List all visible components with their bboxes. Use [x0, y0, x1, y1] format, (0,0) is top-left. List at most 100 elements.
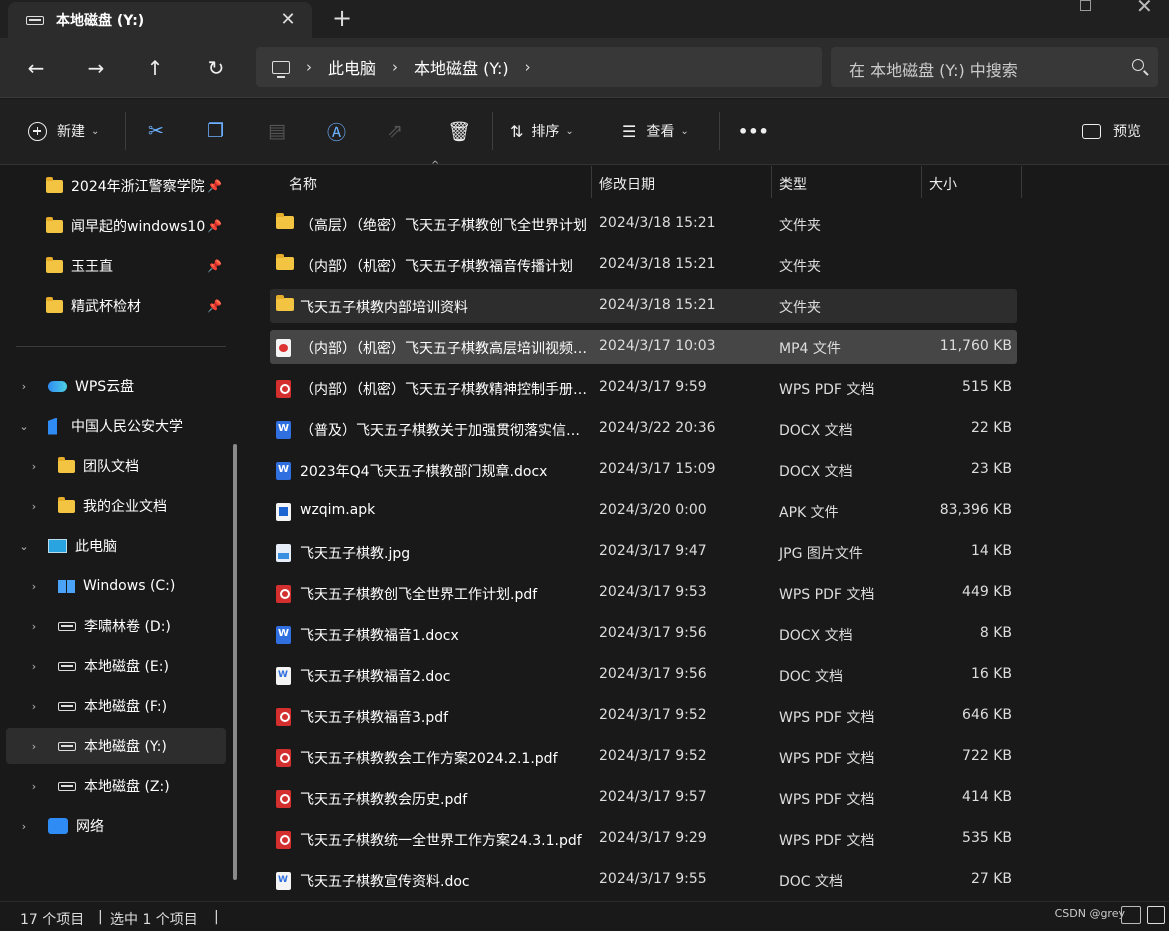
- sidebar-item[interactable]: ⌄ 中国人民公安大学: [6, 408, 226, 444]
- chevron-down-icon[interactable]: ⌄: [14, 540, 34, 553]
- chevron-right-icon[interactable]: ›: [392, 58, 398, 76]
- close-tab-icon[interactable]: ✕: [278, 9, 298, 30]
- sidebar-item[interactable]: › 本地磁盘 (E:): [6, 648, 226, 684]
- more-options-button[interactable]: •••: [738, 119, 769, 143]
- sidebar-item[interactable]: › 李啸林卷 (D:): [6, 608, 226, 644]
- chevron-right-icon[interactable]: ›: [24, 740, 44, 753]
- divider: [492, 112, 493, 150]
- column-divider[interactable]: [771, 166, 772, 198]
- search-box[interactable]: 在 本地磁盘 (Y:) 中搜索: [831, 47, 1158, 87]
- pin-icon[interactable]: 📌: [207, 219, 222, 233]
- column-header-type[interactable]: 类型: [779, 174, 807, 194]
- folder-row[interactable]: （高层）（绝密）飞天五子棋教创飞全世界计划 2024/3/18 15:21 文件夹: [270, 207, 1017, 241]
- paste-button[interactable]: ▤: [268, 119, 286, 143]
- quick-access-item[interactable]: 玉王直 📌: [6, 248, 226, 284]
- folder-row[interactable]: 飞天五子棋教内部培训资料 2024/3/18 15:21 文件夹: [270, 289, 1017, 323]
- preview-pane-button[interactable]: 预览: [1082, 119, 1141, 143]
- chevron-down-icon[interactable]: ⌄: [14, 420, 34, 433]
- quick-access-item[interactable]: 精武杯检材 📌: [6, 288, 226, 324]
- folder-row[interactable]: （内部）（机密）飞天五子棋教福音传播计划 2024/3/18 15:21 文件夹: [270, 248, 1017, 282]
- tab-active[interactable]: 本地磁盘 (Y:) ✕: [8, 2, 312, 38]
- view-list-icon: ☰: [622, 121, 637, 141]
- file-row[interactable]: 飞天五子棋教宣传资料.doc 2024/3/17 9:55 DOC 文档 27 KB: [270, 863, 1017, 897]
- sidebar-item[interactable]: › 本地磁盘 (Y:): [6, 728, 226, 764]
- file-type: DOC 文档: [779, 669, 844, 685]
- sidebar-item[interactable]: › 网络: [6, 808, 226, 844]
- sidebar-item[interactable]: › Windows (C:): [6, 568, 226, 604]
- column-header-name[interactable]: 名称: [289, 174, 317, 194]
- tiles-view-icon[interactable]: [1147, 906, 1165, 924]
- file-row[interactable]: 飞天五子棋教福音2.doc 2024/3/17 9:56 DOC 文档 16 KB: [270, 658, 1017, 692]
- quick-access-item[interactable]: 闻早起的windows10 📌: [6, 208, 226, 244]
- sidebar-item[interactable]: › 本地磁盘 (Z:): [6, 768, 226, 804]
- close-window-icon[interactable]: ✕: [1136, 0, 1153, 18]
- file-row[interactable]: （普及）飞天五子棋教关于加强贯彻落实信仰的通知.docx 2024/3/22 20…: [270, 412, 1017, 446]
- column-header-size[interactable]: 大小: [929, 174, 957, 194]
- file-row[interactable]: wzqim.apk 2024/3/20 0:00 APK 文件 83,396 KB: [270, 494, 1017, 528]
- up-button[interactable]: ↑: [141, 54, 169, 82]
- share-icon: ⇗: [387, 120, 403, 142]
- file-type: WPS PDF 文档: [779, 751, 875, 767]
- sidebar-item[interactable]: › 团队文档: [6, 448, 226, 484]
- sort-button[interactable]: ⇅ 排序 ⌄: [510, 119, 574, 143]
- file-row[interactable]: 飞天五子棋教统一全世界工作方案24.3.1.pdf 2024/3/17 9:29 W…: [270, 822, 1017, 856]
- sidebar-item[interactable]: ⌄ 此电脑: [6, 528, 226, 564]
- file-row[interactable]: 飞天五子棋教.jpg 2024/3/17 9:47 JPG 图片文件 14 KB: [270, 535, 1017, 569]
- file-type: 文件夹: [779, 300, 821, 316]
- drive-icon: [58, 741, 76, 751]
- maximize-icon[interactable]: [1080, 0, 1091, 11]
- chevron-right-icon[interactable]: ›: [24, 500, 44, 513]
- refresh-button[interactable]: ↻: [202, 54, 230, 82]
- share-button[interactable]: ⇗: [387, 119, 403, 143]
- column-header-modified[interactable]: 修改日期: [599, 174, 655, 194]
- chevron-right-icon[interactable]: ›: [525, 58, 531, 76]
- view-button[interactable]: ☰ 查看 ⌄: [622, 119, 689, 143]
- sidebar-item[interactable]: › WPS云盘: [6, 368, 226, 404]
- cut-button[interactable]: ✂: [148, 119, 164, 143]
- chevron-right-icon[interactable]: ›: [24, 700, 44, 713]
- chevron-right-icon[interactable]: ›: [14, 820, 34, 833]
- chevron-right-icon[interactable]: ›: [24, 620, 44, 633]
- sidebar-item[interactable]: › 本地磁盘 (F:): [6, 688, 226, 724]
- column-divider[interactable]: [591, 166, 592, 198]
- file-row[interactable]: （内部）（机密）飞天五子棋教精神控制手册.pdf 2024/3/17 9:59 WP…: [270, 371, 1017, 405]
- quick-access-item[interactable]: 2024年浙江警察学院 📌: [6, 168, 226, 204]
- file-row[interactable]: 2023年Q4飞天五子棋教部门规章.docx 2024/3/17 15:09 DOC…: [270, 453, 1017, 487]
- file-name: （内部）（机密）飞天五子棋教精神控制手册.pdf: [300, 382, 590, 398]
- file-row[interactable]: 飞天五子棋教教会历史.pdf 2024/3/17 9:57 WPS PDF 文档 41…: [270, 781, 1017, 815]
- status-bar: 17 个项目 | 选中 1 个项目 |: [0, 901, 1169, 931]
- back-button[interactable]: ←: [22, 54, 50, 82]
- copy-button[interactable]: ❐: [207, 119, 224, 143]
- file-row[interactable]: 飞天五子棋教福音3.pdf 2024/3/17 9:52 WPS PDF 文档 646…: [270, 699, 1017, 733]
- chevron-right-icon[interactable]: ›: [306, 58, 312, 76]
- forward-button[interactable]: →: [82, 54, 110, 82]
- chevron-right-icon[interactable]: ›: [14, 380, 34, 393]
- details-view-icon[interactable]: [1121, 906, 1141, 924]
- delete-button[interactable]: 🗑: [447, 119, 471, 143]
- sidebar-item[interactable]: › 我的企业文档: [6, 488, 226, 524]
- breadcrumb-this-pc[interactable]: 此电脑: [328, 55, 376, 79]
- file-row[interactable]: 飞天五子棋教教会工作方案2024.2.1.pdf 2024/3/17 9:52 WP…: [270, 740, 1017, 774]
- column-divider[interactable]: [921, 166, 922, 198]
- chevron-right-icon[interactable]: ›: [24, 580, 44, 593]
- chevron-right-icon[interactable]: ›: [24, 780, 44, 793]
- address-bar[interactable]: › 此电脑 › 本地磁盘 (Y:) ›: [256, 47, 822, 87]
- breadcrumb-drive-y[interactable]: 本地磁盘 (Y:): [414, 55, 509, 79]
- chevron-right-icon[interactable]: ›: [24, 460, 44, 473]
- file-row[interactable]: （内部）（机密）飞天五子棋教高层培训视频.mp4 2024/3/17 10:03 M…: [270, 330, 1017, 364]
- search-icon[interactable]: [1132, 59, 1144, 71]
- pin-icon[interactable]: 📌: [207, 299, 222, 313]
- file-row[interactable]: 飞天五子棋教创飞全世界工作计划.pdf 2024/3/17 9:53 WPS PDF…: [270, 576, 1017, 610]
- column-divider[interactable]: [1021, 166, 1022, 198]
- rename-button[interactable]: Ⓐ: [327, 119, 346, 144]
- chevron-right-icon[interactable]: ›: [24, 660, 44, 673]
- pin-icon[interactable]: 📌: [207, 179, 222, 193]
- new-button[interactable]: 新建 ⌄: [28, 119, 99, 143]
- file-row[interactable]: 飞天五子棋教福音1.docx 2024/3/17 9:56 DOCX 文档 8 KB: [270, 617, 1017, 651]
- pin-icon[interactable]: 📌: [207, 259, 222, 273]
- sidebar-scrollbar[interactable]: [233, 444, 237, 880]
- new-tab-button[interactable]: +: [330, 4, 354, 32]
- search-input[interactable]: 在 本地磁盘 (Y:) 中搜索: [849, 57, 1018, 81]
- trash-icon: 🗑: [447, 120, 472, 143]
- file-type: APK 文件: [779, 505, 839, 521]
